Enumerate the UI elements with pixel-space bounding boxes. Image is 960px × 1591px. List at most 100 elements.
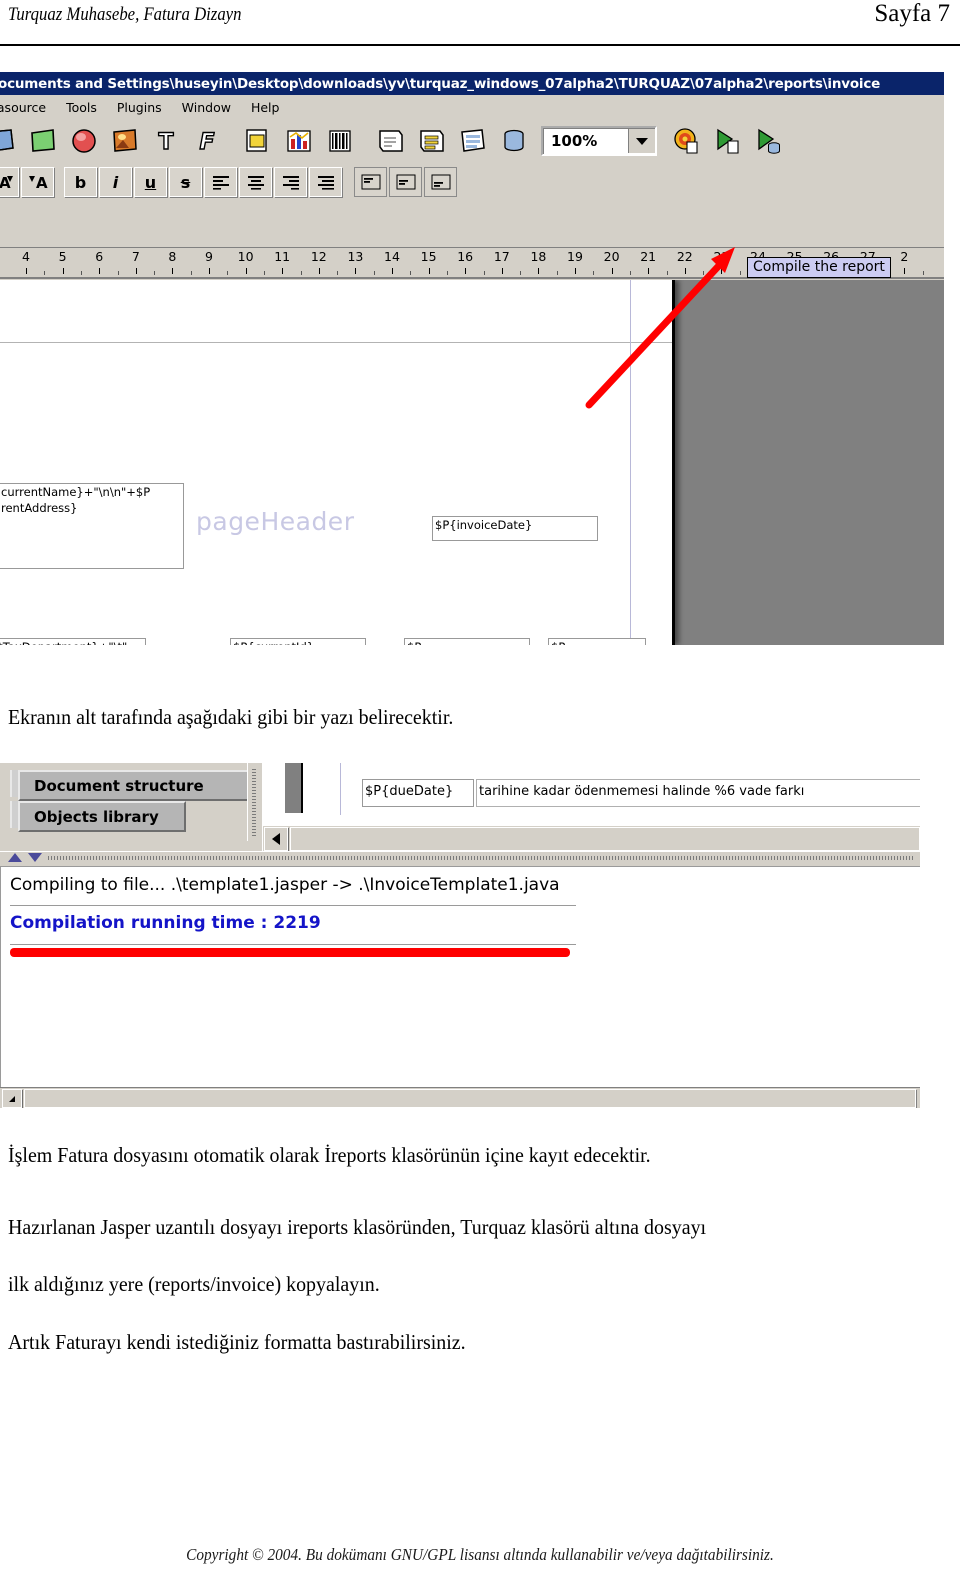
report-properties-button[interactable]	[412, 122, 452, 160]
italic-button[interactable]: i	[99, 167, 132, 197]
menu-item-help[interactable]: Help	[251, 100, 280, 115]
menu-item-datasource[interactable]: tasource	[0, 100, 46, 115]
ruler-major-tick	[904, 268, 906, 274]
ruler-major-tick	[465, 268, 467, 274]
ruler-tick-label: 5	[58, 249, 67, 264]
report-design-canvas[interactable]: pageHeader currentName}+"\n\n"+$P rentAd…	[0, 280, 944, 645]
align-justify-button[interactable]	[309, 167, 342, 197]
ruler-major-tick	[611, 268, 613, 274]
ruler-tick-label: 19	[567, 249, 583, 264]
band-guide-line	[0, 342, 672, 343]
body-paragraph-2: Hazırlanan Jasper uzantılı dosyayı irepo…	[8, 1215, 707, 1239]
collapse-up-icon[interactable]	[8, 853, 22, 862]
align-right-button[interactable]	[274, 167, 307, 197]
image-element-button[interactable]	[105, 122, 145, 160]
ruler-minor-tick	[373, 271, 375, 275]
mini-band-marker	[285, 763, 301, 813]
ruler-tick-label: 21	[640, 249, 657, 264]
execute-with-datasource-button[interactable]	[749, 122, 789, 160]
chevron-down-icon[interactable]	[628, 129, 655, 153]
due-date-field[interactable]: $P{dueDate}	[362, 779, 474, 807]
divider-grip-dots	[48, 856, 914, 860]
scroll-left-button[interactable]	[264, 827, 288, 851]
text-field-button[interactable]: F	[187, 122, 227, 160]
ruler-tick-label: 12	[310, 249, 327, 264]
ruler-minor-tick	[190, 271, 192, 275]
valign-bottom-button[interactable]	[424, 167, 457, 197]
ruler-minor-tick	[739, 271, 741, 275]
scroll-thumb[interactable]	[290, 827, 920, 851]
body-paragraph-3: ilk aldığınız yere (reports/invoice) kop…	[8, 1272, 380, 1296]
mini-band-edge	[301, 763, 303, 813]
report-page[interactable]: pageHeader currentName}+"\n\n"+$P rentAd…	[0, 280, 675, 645]
ruler-tick-label: 22	[676, 249, 693, 264]
output-separator-2	[10, 944, 576, 945]
ruler-minor-tick	[44, 271, 46, 275]
compile-output-console[interactable]	[0, 866, 920, 1108]
tab-objects-library[interactable]: Objects library	[18, 801, 186, 832]
current-id-field[interactable]: $P{currentId}	[230, 638, 366, 645]
ruler-major-tick	[282, 268, 284, 274]
menu-item-plugins[interactable]: Plugins	[117, 100, 162, 115]
report-wizard-button[interactable]	[371, 122, 411, 160]
new-report-button[interactable]	[0, 122, 22, 160]
tab-document-structure[interactable]: Document structure	[18, 770, 256, 801]
ruler-tick-label: 11	[274, 249, 291, 264]
ruler-major-tick	[62, 268, 64, 274]
ruler-major-tick	[575, 268, 576, 274]
strikethrough-button[interactable]: s	[169, 167, 202, 197]
output-line-compiling: Compiling to file... .\template1.jasper …	[10, 875, 560, 895]
valign-top-button[interactable]	[354, 167, 387, 197]
chart-element-button[interactable]	[279, 122, 319, 160]
ruler-minor-tick	[520, 271, 522, 275]
console-scroll-thumb[interactable]	[24, 1089, 916, 1108]
param-field-3[interactable]: $P	[404, 638, 530, 645]
ruler-minor-tick	[410, 271, 412, 275]
ruler-major-tick	[684, 268, 686, 274]
param-field-4[interactable]: $P	[548, 638, 646, 645]
ruler-minor-tick	[300, 271, 302, 275]
ruler-major-tick	[428, 268, 430, 274]
main-toolbar: T F 100%	[0, 119, 944, 163]
database-button[interactable]	[494, 122, 534, 160]
subreport-button[interactable]	[238, 122, 278, 160]
increase-font-button[interactable]: A	[0, 167, 19, 197]
bold-button[interactable]: b	[64, 167, 97, 197]
ruler-major-tick	[172, 268, 174, 274]
valign-middle-button[interactable]	[389, 167, 422, 197]
ruler-minor-tick	[446, 271, 448, 275]
tax-department-field[interactable]: ntTaxDepartment}+"\t"	[0, 638, 146, 645]
caption-paragraph-1: Ekranın alt tarafında aşağıdaki gibi bir…	[8, 705, 454, 729]
menu-item-tools[interactable]: Tools	[66, 100, 97, 115]
open-report-button[interactable]	[23, 122, 63, 160]
zoom-level-combobox[interactable]: 100%	[541, 126, 657, 156]
ruler-tick-label: 6	[95, 249, 104, 264]
ruler-top-line	[0, 247, 944, 248]
record-button[interactable]	[64, 122, 104, 160]
body-paragraph-1: İşlem Fatura dosyasını otomatik olarak İ…	[8, 1143, 651, 1167]
static-text-button[interactable]: T	[146, 122, 186, 160]
ruler-tick-label: 7	[131, 249, 140, 264]
ruler-tick-label: 4	[22, 249, 30, 264]
ruler-major-tick	[209, 268, 210, 274]
compile-report-button[interactable]	[667, 122, 707, 160]
underline-button[interactable]: u	[134, 167, 167, 197]
svg-text:T: T	[158, 130, 173, 154]
barcode-button[interactable]	[320, 122, 360, 160]
current-name-address-field[interactable]: currentName}+"\n\n"+$P rentAddress}	[0, 483, 184, 569]
format-toolbar: A A b i u s	[0, 164, 944, 200]
output-separator-1	[10, 905, 576, 906]
payment-note-field[interactable]: tarihine kadar ödenmemesi halinde %6 vad…	[476, 779, 920, 807]
menu-item-window[interactable]: Window	[182, 100, 231, 115]
console-scroll-left-button[interactable]	[2, 1089, 22, 1108]
ruler-major-tick	[721, 268, 723, 274]
ruler-major-tick	[648, 268, 650, 274]
collapse-down-icon[interactable]	[28, 853, 42, 862]
align-left-button[interactable]	[204, 167, 237, 197]
decrease-font-button[interactable]: A	[21, 167, 54, 197]
page-setup-button[interactable]	[453, 122, 493, 160]
invoice-date-field[interactable]: $P{invoiceDate}	[432, 516, 598, 541]
align-center-button[interactable]	[239, 167, 272, 197]
output-line-running-time: Compilation running time : 2219	[10, 913, 321, 933]
execute-report-button[interactable]	[708, 122, 748, 160]
